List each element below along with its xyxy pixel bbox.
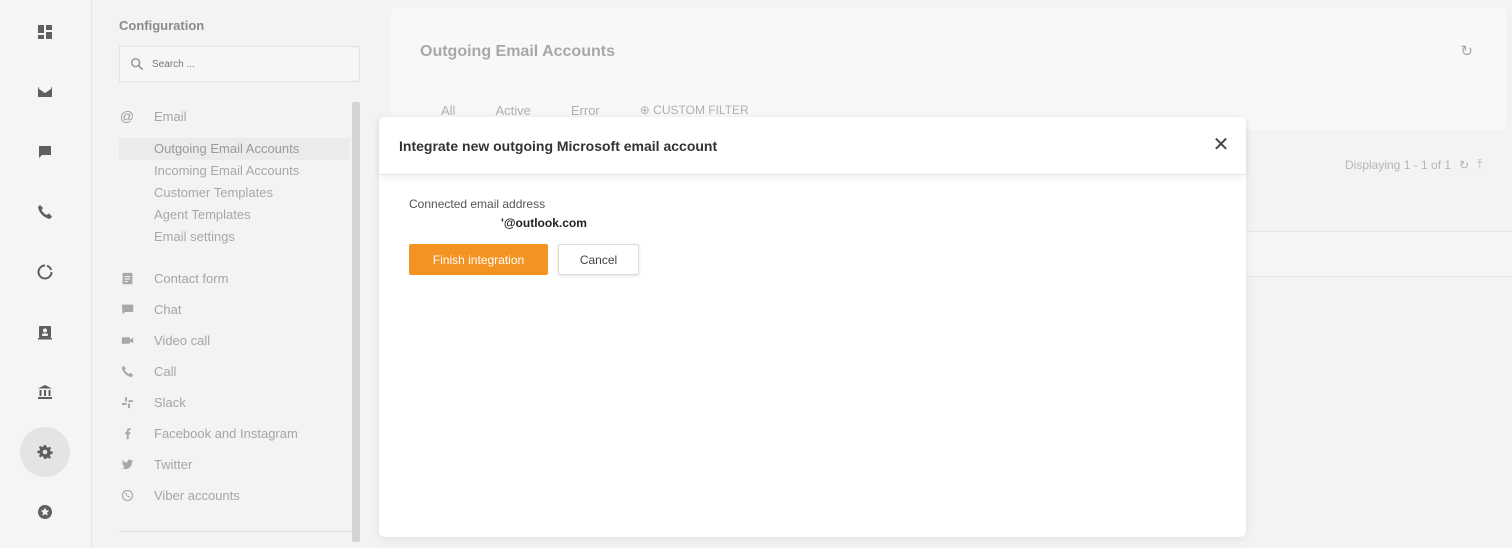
- section-facebook-instagram[interactable]: Facebook and Instagram: [119, 423, 298, 443]
- section-viber-label: Viber accounts: [154, 487, 240, 503]
- section-slack[interactable]: Slack: [119, 392, 186, 412]
- connected-email-label: Connected email address: [409, 197, 546, 211]
- displaying-text: Displaying 1 - 1 of 1: [1345, 157, 1452, 172]
- section-video-call-label: Video call: [154, 332, 211, 348]
- section-email[interactable]: @ Email: [119, 106, 187, 126]
- facebook-icon: [124, 427, 131, 439]
- finish-integration-button[interactable]: Finish integration: [409, 244, 548, 275]
- section-contact-form[interactable]: Contact form: [119, 268, 228, 288]
- section-twitter[interactable]: Twitter: [119, 454, 192, 474]
- section-viber[interactable]: Viber accounts: [119, 485, 240, 505]
- dashboard-icon: [38, 25, 52, 39]
- page-title: Outgoing Email Accounts: [420, 43, 615, 60]
- section-facebook-label: Facebook and Instagram: [154, 425, 298, 441]
- configuration-panel: Configuration @ Email Outgoing Email Acc…: [92, 0, 374, 548]
- sidebar-item-agent-templates[interactable]: Agent Templates: [119, 204, 350, 226]
- chat-icon: [39, 146, 51, 158]
- nav-call[interactable]: [20, 187, 70, 237]
- cancel-button[interactable]: Cancel: [558, 244, 639, 275]
- filter-tabs: All Active Error ⊕ CUSTOM FILTER: [441, 103, 749, 118]
- configuration-title: Configuration: [119, 18, 205, 33]
- main-header-card: Outgoing Email Accounts ↻ All Active Err…: [391, 8, 1507, 130]
- nav-contacts[interactable]: [20, 307, 70, 357]
- pagination-info: Displaying 1 - 1 of 1 ↻ ⤒: [1345, 157, 1482, 172]
- section-chat-label: Chat: [154, 301, 182, 317]
- tab-all[interactable]: All: [441, 103, 455, 118]
- refresh-icon[interactable]: ↻: [1460, 42, 1473, 60]
- bank-icon: [38, 385, 52, 399]
- gear-icon: [37, 445, 53, 459]
- modal-title: Integrate new outgoing Microsoft email a…: [399, 137, 718, 154]
- table-row[interactable]: [1246, 231, 1512, 277]
- star-icon: [38, 505, 52, 519]
- scroll-top-icon[interactable]: ⤒: [1477, 157, 1482, 172]
- tab-custom-filter[interactable]: ⊕ CUSTOM FILTER: [640, 103, 749, 118]
- form-icon: [122, 272, 132, 284]
- sidebar-divider: [119, 531, 352, 532]
- section-email-label: Email: [154, 108, 187, 124]
- nav-email[interactable]: [20, 67, 70, 117]
- phone-icon: [38, 205, 52, 219]
- sidebar-item-outgoing-email-accounts[interactable]: Outgoing Email Accounts: [119, 138, 350, 160]
- add-circle-icon: ⊕: [639, 103, 650, 117]
- nav-institution[interactable]: [20, 367, 70, 417]
- section-video-call[interactable]: Video call: [119, 330, 210, 350]
- refresh-icon[interactable]: ↻: [1459, 158, 1469, 172]
- tab-error[interactable]: Error: [571, 103, 600, 118]
- contacts-icon: [38, 326, 52, 340]
- search-input[interactable]: [152, 58, 352, 70]
- chat-icon: [121, 304, 133, 314]
- mail-icon: [38, 87, 52, 97]
- twitter-icon: [121, 459, 133, 469]
- video-camera-icon: [121, 336, 133, 344]
- phone-icon: [121, 365, 133, 377]
- search-icon: [130, 57, 144, 71]
- nav-dashboard[interactable]: [20, 7, 70, 57]
- section-contact-form-label: Contact form: [154, 270, 229, 286]
- sidebar-item-incoming-email-accounts[interactable]: Incoming Email Accounts: [119, 160, 350, 182]
- tab-active[interactable]: Active: [495, 103, 530, 118]
- section-twitter-label: Twitter: [154, 456, 193, 472]
- search-box[interactable]: [119, 46, 360, 82]
- at-icon: @: [119, 108, 135, 124]
- nav-favorites[interactable]: [20, 487, 70, 537]
- circle-icon: [37, 264, 53, 280]
- sidebar-item-customer-templates[interactable]: Customer Templates: [119, 182, 350, 204]
- sidebar-item-email-settings[interactable]: Email settings: [119, 226, 350, 248]
- section-slack-label: Slack: [154, 394, 186, 410]
- connected-email-value: '@outlook.com: [501, 216, 587, 230]
- nav-settings[interactable]: [20, 427, 70, 477]
- nav-statistics[interactable]: [20, 247, 70, 297]
- slack-icon: [121, 396, 133, 408]
- sidebar-scrollbar[interactable]: [352, 102, 360, 542]
- nav-chat[interactable]: [20, 127, 70, 177]
- icon-rail: [0, 0, 92, 548]
- section-call[interactable]: Call: [119, 361, 176, 381]
- section-call-label: Call: [154, 363, 177, 379]
- viber-icon: [121, 489, 133, 501]
- close-icon[interactable]: ✕: [1212, 135, 1230, 155]
- integrate-account-modal: Integrate new outgoing Microsoft email a…: [379, 117, 1246, 537]
- modal-header: Integrate new outgoing Microsoft email a…: [379, 117, 1246, 175]
- section-chat[interactable]: Chat: [119, 299, 181, 319]
